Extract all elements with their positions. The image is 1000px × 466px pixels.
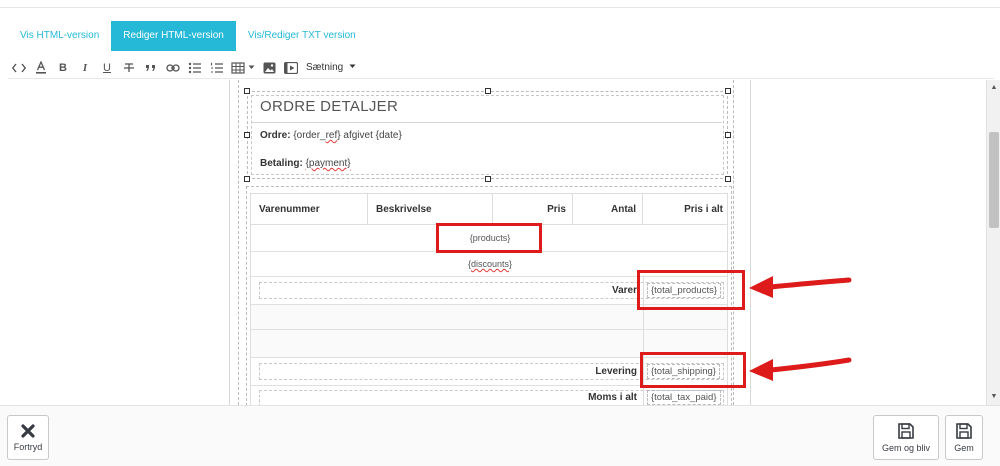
payment-label: Betaling: [260,158,303,169]
save-icon [956,423,972,439]
table-row: Moms i alt {total_tax_paid} [251,386,727,405]
save-and-stay-button[interactable]: Gem og bliv [873,415,939,460]
discounts-token: {discounts} [467,259,513,269]
image-icon[interactable] [258,58,280,78]
media-icon[interactable] [280,58,302,78]
format-select[interactable]: Sætning [306,62,356,73]
order-title[interactable]: ORDRE DETALJER [260,98,398,115]
bold-icon[interactable]: B [52,58,74,78]
resize-handle[interactable] [244,132,250,138]
close-icon [21,424,35,438]
blockquote-icon[interactable] [140,58,162,78]
save-button[interactable]: Gem [945,415,983,460]
text-color-icon[interactable] [30,58,52,78]
resize-handle[interactable] [244,88,250,94]
resize-handle[interactable] [725,132,731,138]
bullet-list-icon[interactable] [184,58,206,78]
tab-edit-html[interactable]: Rediger HTML-version [111,21,236,51]
total-tax-value: {total_tax_paid} [647,390,721,405]
save-icon [898,423,914,439]
cancel-button-label: Fortryd [13,442,43,452]
version-tabs: Vis HTML-version Rediger HTML-version Vi… [8,21,368,51]
order-title-text: ORDRE DETALJER [260,98,399,115]
title-divider [252,122,722,123]
order-ref-token: {order_ref} [293,130,341,141]
italic-icon[interactable]: I [74,58,96,78]
header-cell: Pris [493,194,573,225]
total-tax-label: Moms i alt [588,392,637,403]
save-button-label: Gem [954,443,974,453]
cell-divider [643,386,644,405]
resize-handle[interactable] [725,176,731,182]
header-cell: Antal [573,194,643,225]
total-products-label: Varer [611,285,637,296]
resize-handle[interactable] [485,176,491,182]
scroll-down-icon[interactable]: ▼ [987,391,1000,403]
order-line[interactable]: Ordre: {order_ref} afgivet {date} [260,130,402,141]
arrow-icon [749,276,852,298]
footer-bar: Fortryd Gem og bliv Gem [0,405,1000,466]
resize-handle[interactable] [485,88,491,94]
scrollbar-thumb[interactable] [989,132,999,228]
source-code-icon[interactable] [8,58,30,78]
resize-handle[interactable] [244,176,250,182]
tab-edit-txt[interactable]: Vis/Rediger TXT version [236,21,368,51]
payment-token: {payment} [305,158,351,169]
highlight-box-products [436,223,542,253]
order-label: Ordre: [260,130,291,141]
format-select-label: Sætning [306,62,344,73]
top-strip [0,0,1000,8]
order-mid-text: afgivet [343,130,373,141]
numbered-list-icon[interactable] [206,58,228,78]
scroll-up-icon[interactable]: ▲ [987,82,1000,94]
resize-handle[interactable] [725,88,731,94]
editor-toolbar: B I U Sætning [8,57,994,79]
underline-icon[interactable]: U [96,58,118,78]
save-and-stay-label: Gem og bliv [881,443,931,453]
arrow-icon [749,357,852,381]
header-cell: Pris i alt [684,204,723,215]
order-date-token: {date} [375,130,402,141]
total-shipping-label: Levering [595,366,637,377]
header-cell: Varenummer [251,194,368,225]
editor-scrollbar[interactable]: ▲ ▼ [986,80,1000,405]
cancel-button[interactable]: Fortryd [7,415,49,460]
payment-line[interactable]: Betaling: {payment} [260,158,351,169]
header-cell: Beskrivelse [368,194,493,225]
strikethrough-icon[interactable] [118,58,140,78]
tab-view-html[interactable]: Vis HTML-version [8,21,111,51]
chevron-down-icon [349,64,356,68]
highlight-box-total-shipping [640,352,746,388]
link-icon[interactable] [162,58,184,78]
highlight-box-total-products [637,270,745,310]
table-header-row: Varenummer Beskrivelse Pris Antal Pris i… [251,193,727,225]
table-icon[interactable] [228,58,258,78]
